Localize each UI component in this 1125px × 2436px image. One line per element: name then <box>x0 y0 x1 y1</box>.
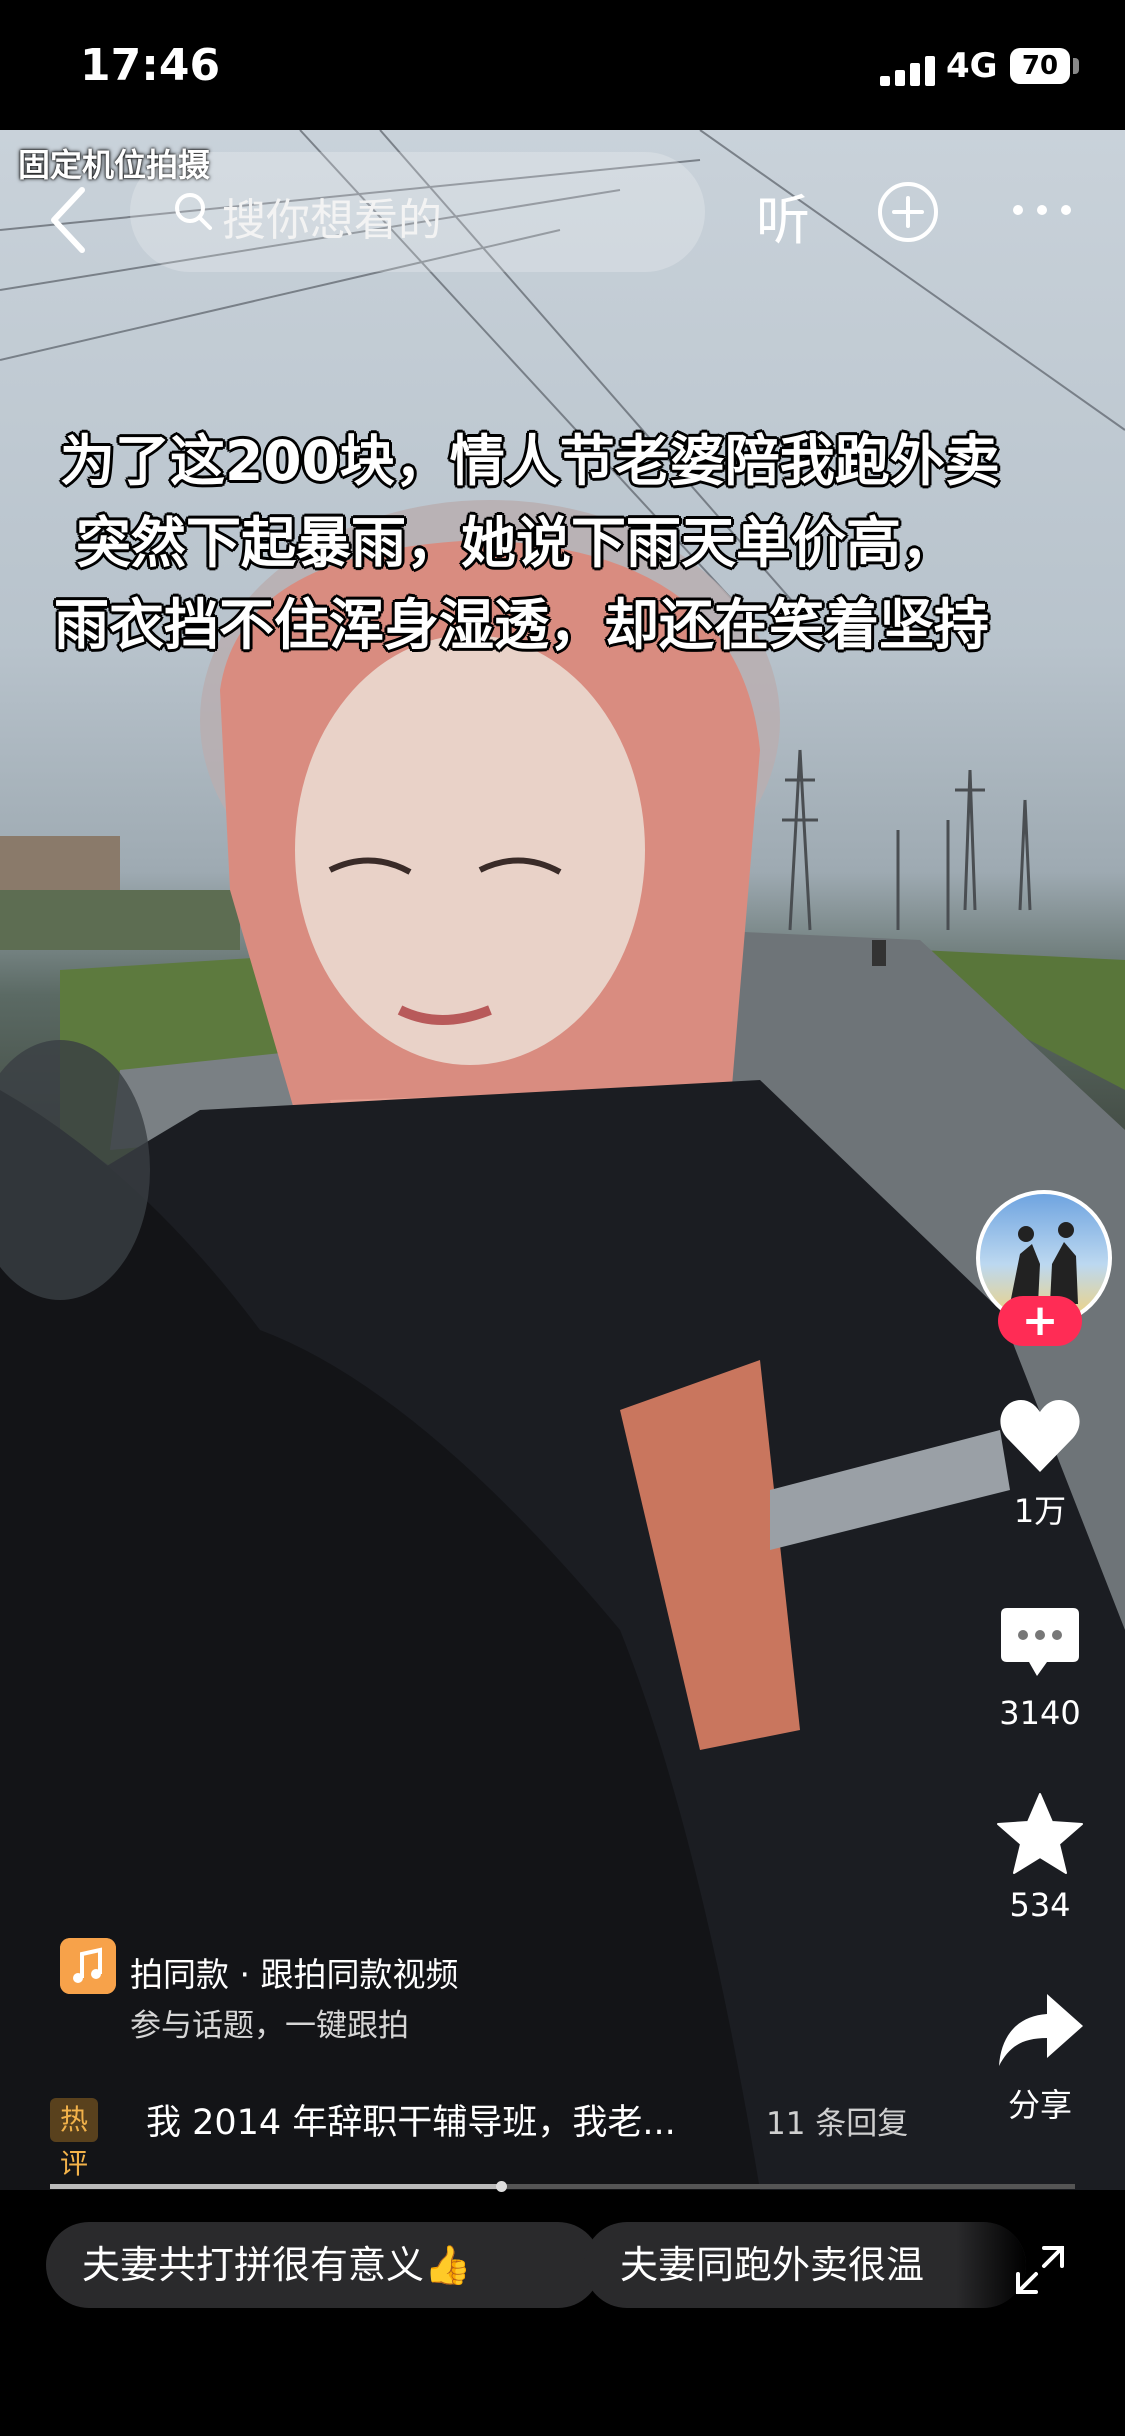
suggestion-chip[interactable]: 夫妻共打拼很有意义👍 <box>46 2222 601 2308</box>
video-progress-bar[interactable] <box>50 2181 1075 2192</box>
share-button[interactable]: 分享 <box>985 1990 1095 2126</box>
listen-button[interactable]: 听 <box>756 176 810 255</box>
progress-fill <box>50 2184 501 2189</box>
status-time: 17:46 <box>80 40 221 91</box>
hot-comment-text: 我 2014 年辞职干辅导班，我老... <box>146 2103 676 2143</box>
favorite-button[interactable]: 534 <box>985 1790 1095 1924</box>
suggestion-chip[interactable]: 夫妻同跑外卖很温 <box>584 2222 1026 2308</box>
expand-icon[interactable] <box>1012 2242 1068 2298</box>
shoot-same-title: 拍同款 · 跟拍同款视频 <box>130 1955 459 1994</box>
search-placeholder: 搜你想看的 <box>222 195 442 246</box>
hot-comment-badge: 热评 <box>50 2098 99 2180</box>
video-caption: 为了这200块，情人节老婆陪我跑外卖 突然下起暴雨，她说下雨天单价高， 雨衣挡不… <box>54 420 1070 666</box>
hot-comment-replies[interactable]: 11 条回复 <box>766 2098 908 2143</box>
signal-icon <box>880 56 935 86</box>
music-icon <box>60 1938 116 1994</box>
star-icon <box>997 1793 1083 1874</box>
shoot-same-subtitle: 参与话题，一键跟拍 <box>130 2008 409 2044</box>
share-label: 分享 <box>1007 2086 1072 2124</box>
status-bar: 17:46 4G 70 <box>0 0 1125 130</box>
follow-button[interactable]: + <box>998 1296 1082 1346</box>
share-icon <box>999 1994 1083 2066</box>
progress-knob[interactable] <box>496 2181 507 2192</box>
search-icon <box>175 193 212 230</box>
comment-count: 3140 <box>999 1694 1081 1732</box>
suggestion-chip-label: 夫妻同跑外卖很温 <box>620 2243 925 2287</box>
favorite-count: 534 <box>1009 1886 1071 1924</box>
battery-tip <box>1073 58 1079 74</box>
caption-line: 为了这200块，情人节老婆陪我跑外卖 <box>60 429 1000 493</box>
network-type: 4G <box>946 46 998 86</box>
add-icon[interactable] <box>876 180 940 244</box>
like-button[interactable]: 1万 <box>985 1396 1095 1532</box>
back-icon[interactable] <box>40 180 100 260</box>
comment-button[interactable]: 3140 <box>985 1604 1095 1732</box>
like-count: 1万 <box>1013 1492 1067 1530</box>
heart-icon <box>1000 1400 1080 1472</box>
caption-line: 雨衣挡不住浑身湿透，却还在笑着坚持 <box>54 593 990 657</box>
bottom-bar: 夫妻共打拼很有意义👍 夫妻同跑外卖很温 <box>0 2192 1125 2436</box>
caption-line: 突然下起暴雨，她说下雨天单价高， <box>76 511 957 575</box>
more-icon[interactable] <box>1008 200 1076 220</box>
battery-level: 70 <box>1010 48 1070 84</box>
comment-icon <box>1001 1608 1079 1676</box>
